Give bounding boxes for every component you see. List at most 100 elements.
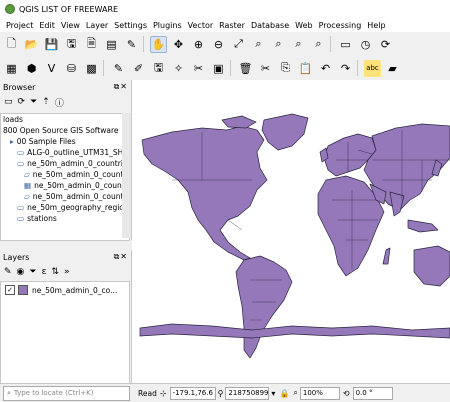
style-manager-icon[interactable]: ✎ (123, 36, 140, 53)
menu-web[interactable]: Web (295, 21, 312, 30)
scale-icon: ⚲ (217, 388, 224, 398)
map-canvas[interactable] (132, 80, 450, 383)
browser-tree-item[interactable]: ▭ stations (1, 213, 129, 224)
menu-processing[interactable]: Processing (319, 21, 362, 30)
data-source-manager-icon[interactable]: ▦ (3, 60, 20, 77)
browser-tree-item[interactable]: ▱ ne_50m_admin_0_countr (1, 191, 129, 202)
browser-scrollbar[interactable] (122, 113, 131, 238)
new-map-view-icon[interactable]: ▭ (337, 36, 354, 53)
zoom-to-selection-icon[interactable]: ⌕ (250, 36, 267, 53)
menu-project[interactable]: Project (6, 21, 33, 30)
tree-node-icon: ▭ (17, 203, 25, 212)
undo-icon[interactable]: ↶ (317, 60, 334, 77)
open-project-icon[interactable]: 📂 (23, 36, 40, 53)
zoom-full-icon[interactable]: ⤢ (230, 36, 247, 53)
tree-node-label: 00 Sample Files (16, 137, 76, 146)
menu-edit[interactable]: Edit (39, 21, 55, 30)
world-map (139, 113, 450, 359)
filter-icon[interactable]: ⏷ (29, 267, 36, 277)
panel-controls[interactable]: ⧉✕ (114, 252, 128, 262)
save-project-icon[interactable]: 💾 (43, 36, 60, 53)
layout-manager-icon[interactable]: ▤ (103, 36, 120, 53)
digitize-pencil-icon[interactable]: ✎ (110, 60, 127, 77)
paste-icon[interactable]: 📋 (297, 60, 314, 77)
label-tool-icon[interactable]: ▰ (384, 60, 401, 77)
visibility-icon[interactable]: ◉ (17, 267, 25, 277)
pan-to-selection-icon[interactable]: ✥ (170, 36, 187, 53)
tree-node-label: loads (3, 115, 23, 124)
refresh-icon[interactable]: ⟳ (377, 36, 394, 53)
add-feature-icon[interactable]: ✧ (170, 60, 187, 77)
zoom-last-icon[interactable]: ⌕ (290, 36, 307, 53)
layer-item[interactable]: ✓ ne_50m_admin_0_co... (1, 284, 129, 296)
browser-tree-item[interactable]: ▱ ne_50m_admin_0_countr (1, 169, 129, 180)
menu-vector[interactable]: Vector (188, 21, 214, 30)
new-gpkg-layer-icon[interactable]: ⬢ (23, 60, 40, 77)
save-edits-icon[interactable]: 🖫 (150, 60, 167, 77)
antarctica-shape (139, 323, 450, 339)
project-toolbar: 🗋 📂 💾 🖫 🗎 ▤ ✎ ✋ ✥ ⊕ ⊖ ⤢ ⌕ ⌕ ⌕ ⌕ ▭ ◷ ⟳ (0, 32, 450, 56)
layer-name: ne_50m_admin_0_co... (32, 285, 118, 295)
zoom-to-layer-icon[interactable]: ⌕ (270, 36, 287, 53)
style-icon[interactable]: ✎ (4, 267, 12, 277)
zoom-next-icon[interactable]: ⌕ (310, 36, 327, 53)
print-layout-icon[interactable]: 🗎 (83, 36, 100, 53)
browser-tree-item[interactable]: ▭ ne_50m_admin_0_countries (1, 158, 129, 169)
group-icon[interactable]: ⇅ (51, 267, 59, 277)
coordinate-icon[interactable]: ⊹ (160, 389, 167, 398)
refresh-icon[interactable]: ⟳ (18, 97, 26, 107)
lock-icon[interactable]: 🔒 (279, 389, 289, 398)
edit-pencil-icon[interactable]: ✐ (130, 60, 147, 77)
pan-icon[interactable]: ✋ (150, 35, 167, 53)
copy-icon[interactable]: ⎘ (277, 60, 294, 77)
delete-icon[interactable]: 🗑 (237, 60, 254, 77)
info-icon[interactable]: ⓘ (55, 96, 64, 109)
label-abc-icon[interactable]: abc (364, 59, 381, 77)
browser-tree-item[interactable]: ▭ ne_50m_geography_regions_ (1, 202, 129, 213)
layers-panel: Layers ⧉✕ ✎ ◉ ⏷ ε ⇅ » ✓ ne_50m_admin_0_c… (0, 250, 132, 384)
layer-visibility-checkbox[interactable]: ✓ (5, 285, 15, 295)
tree-node-icon: ▭ (17, 214, 25, 223)
new-spatialite-icon[interactable]: ⛁ (63, 60, 80, 77)
scale-field[interactable]: 218750899 (225, 386, 270, 400)
menu-raster[interactable]: Raster (219, 21, 245, 30)
menu-plugins[interactable]: Plugins (153, 21, 182, 30)
collapse-all-icon[interactable]: ⇡ (42, 97, 50, 107)
layer-symbol-swatch[interactable] (18, 285, 28, 295)
new-shapefile-icon[interactable]: V (43, 60, 60, 77)
temporal-icon[interactable]: ◷ (357, 36, 374, 53)
more-icon[interactable]: » (64, 267, 70, 277)
browser-tree-item[interactable]: ▸ 00 Sample Files (1, 136, 129, 147)
magnifier-field[interactable]: 100% (299, 386, 340, 400)
menu-settings[interactable]: Settings (114, 21, 147, 30)
save-as-icon[interactable]: 🖫 (63, 36, 80, 53)
filter-icon[interactable]: ⏷ (30, 97, 37, 107)
locator-search[interactable]: ⌕ Type to locate (Ctrl+K) (3, 385, 130, 401)
window-title: QGIS LIST OF FREEWARE (19, 4, 119, 14)
cut-icon[interactable]: ✂ (257, 60, 274, 77)
expression-filter-icon[interactable]: ε (42, 267, 47, 277)
zoom-out-icon[interactable]: ⊖ (210, 36, 227, 53)
menu-help[interactable]: Help (367, 21, 385, 30)
browser-tree-item[interactable]: ▦ ne_50m_admin_0_countr (1, 180, 129, 191)
panel-controls[interactable]: ⧉✕ (114, 82, 128, 92)
title-bar: QGIS LIST OF FREEWARE (0, 0, 450, 18)
browser-tree-item[interactable]: ▭ ALG-0_outline_UTM31_SHP (1, 147, 129, 158)
coordinate-field[interactable]: -179.1,76.6 (169, 386, 216, 400)
zoom-in-icon[interactable]: ⊕ (190, 36, 207, 53)
browser-tree[interactable]: loads 800 Open Source GIS Software ▸ 00 Sam… (0, 113, 130, 241)
menu-view[interactable]: View (61, 21, 80, 30)
browser-tree-item[interactable]: loads (1, 114, 129, 125)
browser-tree-item[interactable]: 800 Open Source GIS Software (1, 125, 129, 136)
vertex-tool-icon[interactable]: ✂ (190, 60, 207, 77)
redo-icon[interactable]: ↷ (337, 60, 354, 77)
menu-database[interactable]: Database (251, 21, 289, 30)
scale-dropdown-icon[interactable]: ▾ (271, 389, 275, 398)
new-virtual-layer-icon[interactable]: ▩ (83, 60, 100, 77)
new-project-icon[interactable]: 🗋 (3, 36, 20, 53)
rotation-field[interactable]: 0.0 ° (352, 386, 393, 400)
copy-feature-icon[interactable]: ▣ (210, 60, 227, 77)
add-selected-icon[interactable]: ▭ (4, 97, 13, 107)
locator-placeholder: Type to locate (Ctrl+K) (13, 389, 94, 397)
menu-layer[interactable]: Layer (86, 21, 108, 30)
